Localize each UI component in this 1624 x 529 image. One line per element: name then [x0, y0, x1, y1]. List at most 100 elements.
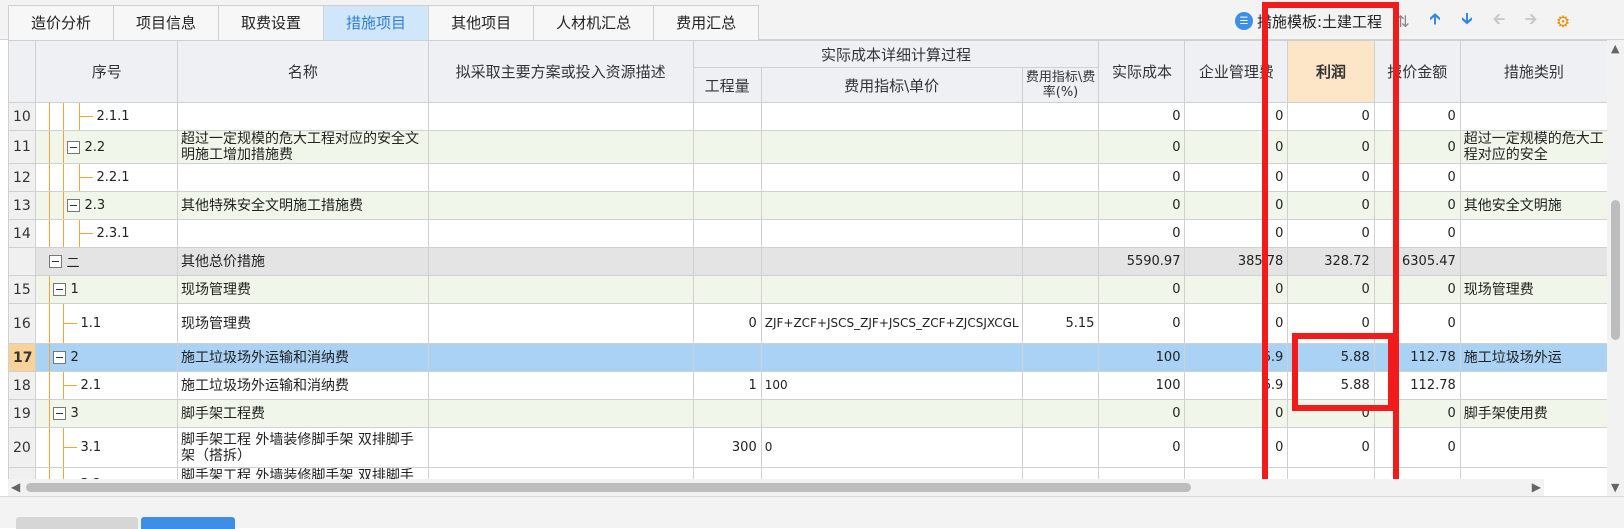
tab-1[interactable]: 项目信息: [114, 5, 220, 40]
scroll-left-icon[interactable]: ◀: [11, 480, 20, 494]
name-cell[interactable]: 其他特殊安全文明施工措施费: [176, 191, 429, 220]
quote-cell[interactable]: 0: [1373, 163, 1461, 192]
row-number[interactable]: 17: [8, 343, 37, 372]
actual-cost-cell[interactable]: 0: [1098, 130, 1186, 164]
row-number[interactable]: 15: [8, 275, 37, 304]
indicator-cell[interactable]: 100: [760, 371, 1023, 400]
indicator-cell[interactable]: [760, 130, 1023, 164]
row-number[interactable]: 10: [8, 102, 37, 131]
col-mgmt-fee[interactable]: 企业管理费: [1184, 40, 1289, 103]
qty-cell[interactable]: [692, 191, 762, 220]
actual-cost-cell[interactable]: 0: [1098, 191, 1186, 220]
actual-cost-cell[interactable]: 0: [1098, 102, 1186, 131]
plan-cell[interactable]: [427, 371, 694, 400]
col-indicator[interactable]: 费用指标\单价: [760, 67, 1023, 103]
tab-6[interactable]: 费用汇总: [654, 5, 760, 40]
row-number[interactable]: 18: [8, 371, 37, 400]
category-cell[interactable]: [1459, 303, 1608, 344]
indicator-cell[interactable]: [760, 219, 1023, 248]
plan-cell[interactable]: [427, 303, 694, 344]
actual-cost-cell[interactable]: 0: [1098, 163, 1186, 192]
name-cell[interactable]: 现场管理费: [176, 303, 429, 344]
index-cell[interactable]: 二: [35, 247, 178, 276]
mgmt-fee-cell[interactable]: 0: [1184, 427, 1289, 468]
collapse-icon[interactable]: [53, 351, 67, 364]
quote-cell[interactable]: 0: [1373, 427, 1461, 468]
indicator-cell[interactable]: [760, 102, 1023, 131]
plan-cell[interactable]: [427, 102, 694, 131]
profit-cell[interactable]: 0: [1287, 102, 1375, 131]
collapse-icon[interactable]: [67, 199, 81, 212]
name-cell[interactable]: [176, 219, 429, 248]
collapse-icon[interactable]: [53, 407, 67, 420]
quote-cell[interactable]: 0: [1373, 191, 1461, 220]
quote-cell[interactable]: 0: [1373, 399, 1461, 428]
col-actual-group[interactable]: 实际成本详细计算过程: [692, 40, 1100, 68]
plan-cell[interactable]: [427, 219, 694, 248]
mgmt-fee-cell[interactable]: 385.78: [1184, 247, 1289, 276]
actual-cost-cell[interactable]: 100: [1098, 371, 1186, 400]
category-cell[interactable]: [1459, 163, 1608, 192]
profit-cell[interactable]: 0: [1287, 191, 1375, 220]
vertical-scrollbar[interactable]: ▲ ▼: [1607, 40, 1624, 496]
name-cell[interactable]: 超过一定规模的危大工程对应的安全文明施工增加措施费: [176, 130, 429, 164]
index-cell[interactable]: 2.3: [35, 191, 178, 220]
table-row[interactable]: 12 2.2.1 0 0 0 0: [8, 163, 1608, 192]
quote-cell[interactable]: 6305.47: [1373, 247, 1461, 276]
sort-icon[interactable]: ⇅: [1392, 10, 1414, 32]
indicator-cell[interactable]: [760, 399, 1023, 428]
qty-cell[interactable]: 0: [692, 303, 762, 344]
qty-cell[interactable]: [692, 130, 762, 164]
tab-0[interactable]: 造价分析: [8, 5, 115, 40]
qty-cell[interactable]: 1: [692, 371, 762, 400]
quote-cell[interactable]: 112.78: [1373, 371, 1461, 400]
vertical-scroll-thumb[interactable]: [1611, 200, 1620, 340]
mgmt-fee-cell[interactable]: 0: [1184, 303, 1289, 344]
indicator-cell[interactable]: [760, 191, 1023, 220]
row-number[interactable]: 12: [8, 163, 37, 192]
name-cell[interactable]: [176, 163, 429, 192]
rate-cell[interactable]: 5.15: [1021, 303, 1100, 344]
table-row[interactable]: 19 3 脚手架工程费 0 0 0 0 脚手架使用费: [8, 399, 1608, 428]
rate-cell[interactable]: [1021, 371, 1100, 400]
profit-cell[interactable]: 0: [1287, 427, 1375, 468]
indicator-cell[interactable]: [760, 247, 1023, 276]
name-cell[interactable]: [176, 102, 429, 131]
name-cell[interactable]: 脚手架工程费: [176, 399, 429, 428]
indicator-cell[interactable]: [760, 343, 1023, 372]
qty-cell[interactable]: [692, 343, 762, 372]
plan-cell[interactable]: [427, 427, 694, 468]
category-cell[interactable]: 施工垃圾场外运: [1459, 343, 1608, 372]
quote-cell[interactable]: 0: [1373, 102, 1461, 131]
index-cell[interactable]: 2.2: [35, 130, 178, 164]
actual-cost-cell[interactable]: 0: [1098, 427, 1186, 468]
name-cell[interactable]: 施工垃圾场外运输和消纳费: [176, 343, 429, 372]
rate-cell[interactable]: [1021, 130, 1100, 164]
qty-cell[interactable]: [692, 219, 762, 248]
actual-cost-cell[interactable]: 0: [1098, 275, 1186, 304]
index-cell[interactable]: 3.1: [35, 427, 178, 468]
collapse-icon[interactable]: [67, 140, 81, 154]
row-number[interactable]: 20: [8, 427, 37, 468]
scroll-right-icon[interactable]: ▶: [1532, 480, 1541, 494]
scroll-down-icon[interactable]: ▼: [1611, 481, 1619, 494]
scroll-up-icon[interactable]: ▲: [1611, 42, 1619, 55]
table-row[interactable]: 11 2.2 超过一定规模的危大工程对应的安全文明施工增加措施费 0 0 0 0 超过一定规模…: [8, 130, 1608, 164]
profit-cell[interactable]: 0: [1287, 275, 1375, 304]
index-cell[interactable]: 3: [35, 399, 178, 428]
indicator-cell[interactable]: 0: [760, 427, 1023, 468]
actual-cost-cell[interactable]: 100: [1098, 343, 1186, 372]
rate-cell[interactable]: [1021, 343, 1100, 372]
quote-cell[interactable]: 112.78: [1373, 343, 1461, 372]
row-number[interactable]: 13: [8, 191, 37, 220]
profit-cell[interactable]: 0: [1287, 163, 1375, 192]
horizontal-scroll-thumb[interactable]: [26, 483, 1191, 492]
plan-cell[interactable]: [427, 130, 694, 164]
category-cell[interactable]: 脚手架使用费: [1459, 399, 1608, 428]
mgmt-fee-cell[interactable]: 0: [1184, 130, 1289, 164]
name-cell[interactable]: 施工垃圾场外运输和消纳费: [176, 371, 429, 400]
category-cell[interactable]: 现场管理费: [1459, 275, 1608, 304]
index-cell[interactable]: 2.2.1: [35, 163, 178, 192]
tab-2[interactable]: 取费设置: [219, 5, 325, 40]
index-cell[interactable]: 2.1.1: [35, 102, 178, 131]
